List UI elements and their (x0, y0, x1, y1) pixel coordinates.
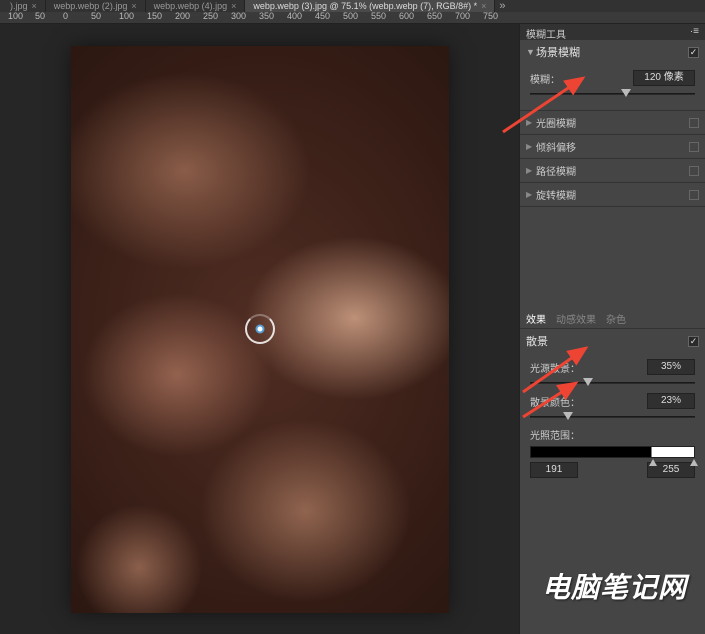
panel-menu-icon[interactable]: ·≡ (690, 26, 699, 38)
panel-title-label: 模糊工具 (526, 26, 566, 38)
ruler-mark: 50 (35, 11, 45, 21)
range-high-thumb[interactable] (690, 459, 698, 466)
ruler-mark: 750 (483, 11, 498, 21)
ruler-mark: 100 (119, 11, 134, 21)
light-range-low[interactable]: 191 (530, 462, 578, 478)
tab-motion-effects[interactable]: 动感效果 (556, 311, 596, 326)
section-checkbox[interactable]: ✓ (688, 336, 699, 347)
ruler-mark: 600 (399, 11, 414, 21)
chevron-right-icon: ▶ (526, 142, 536, 151)
document-canvas[interactable] (71, 46, 449, 613)
bokeh-color-slider[interactable] (530, 411, 695, 423)
ruler-mark: 550 (371, 11, 386, 21)
section-label: 散景 (526, 333, 548, 349)
ruler-mark: 500 (343, 11, 358, 21)
light-bokeh-slider[interactable] (530, 377, 695, 389)
horizontal-ruler: 1005005010015020025030035040045050055060… (0, 12, 705, 24)
section-label: 路径模糊 (536, 163, 576, 178)
slider-thumb[interactable] (583, 378, 593, 386)
blur-amount-value[interactable]: 120 像素 (633, 70, 695, 86)
ruler-mark: 700 (455, 11, 470, 21)
bokeh-color-value[interactable]: 23% (647, 393, 695, 409)
section-checkbox[interactable]: ✓ (688, 47, 699, 58)
ruler-mark: 250 (203, 11, 218, 21)
tab-effects[interactable]: 效果 (526, 311, 546, 326)
light-bokeh-label: 光源散景： (530, 360, 580, 375)
section-label: 光圈模糊 (536, 115, 576, 130)
section-path-blur[interactable]: ▶ 路径模糊 (520, 159, 705, 183)
bokeh-color-label: 散景颜色： (530, 394, 580, 409)
section-tilt-shift[interactable]: ▶ 倾斜偏移 (520, 135, 705, 159)
chevron-right-icon: ▶ (526, 118, 536, 127)
section-checkbox[interactable] (689, 142, 699, 152)
ruler-mark: 400 (287, 11, 302, 21)
ruler-mark: 300 (231, 11, 246, 21)
section-bokeh[interactable]: 散景 ✓ (520, 329, 705, 353)
ruler-mark: 50 (91, 11, 101, 21)
ruler-mark: 100 (8, 11, 23, 21)
blur-tools-panel: 模糊工具 ·≡ ▼ 场景模糊 ✓ 模糊： 120 像素 ▶ (519, 24, 705, 634)
ruler-mark: 150 (147, 11, 162, 21)
range-low-thumb[interactable] (649, 459, 657, 466)
ruler-mark: 200 (175, 11, 190, 21)
ruler-mark: 650 (427, 11, 442, 21)
blur-amount-label: 模糊： (530, 71, 560, 86)
section-checkbox[interactable] (689, 118, 699, 128)
section-checkbox[interactable] (689, 166, 699, 176)
light-range-label: 光照范围： (530, 427, 580, 442)
section-spin-blur[interactable]: ▶ 旋转模糊 (520, 183, 705, 207)
slider-thumb[interactable] (621, 89, 631, 97)
section-iris-blur[interactable]: ▶ 光圈模糊 (520, 111, 705, 135)
watermark-text: 电脑笔记网 (542, 566, 687, 606)
section-label: 场景模糊 (536, 44, 580, 60)
section-label: 倾斜偏移 (536, 139, 576, 154)
chevron-down-icon: ▼ (526, 47, 536, 57)
slider-thumb[interactable] (563, 412, 573, 420)
ruler-mark: 0 (63, 11, 68, 21)
canvas-viewport[interactable] (0, 24, 519, 634)
ruler-mark: 450 (315, 11, 330, 21)
chevron-right-icon: ▶ (526, 190, 536, 199)
blur-focus-pin[interactable] (255, 325, 264, 334)
section-field-blur[interactable]: ▼ 场景模糊 ✓ (520, 40, 705, 64)
light-bokeh-value[interactable]: 35% (647, 359, 695, 375)
panel-title-bar: 模糊工具 ·≡ (520, 24, 705, 40)
blur-amount-slider[interactable] (530, 88, 695, 100)
section-label: 旋转模糊 (536, 187, 576, 202)
tab-noise[interactable]: 杂色 (606, 311, 626, 326)
effects-tab-bar: 效果 动感效果 杂色 (520, 307, 705, 329)
light-range-gradient[interactable] (530, 446, 695, 458)
section-checkbox[interactable] (689, 190, 699, 200)
chevron-right-icon: ▶ (526, 166, 536, 175)
ruler-mark: 350 (259, 11, 274, 21)
